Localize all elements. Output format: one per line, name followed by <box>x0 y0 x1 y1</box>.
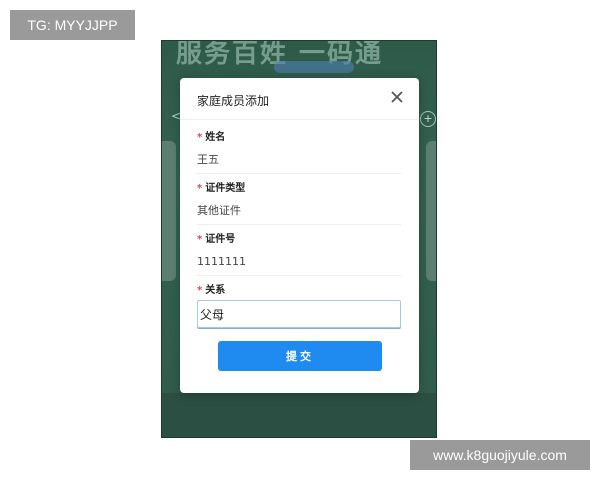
name-value[interactable]: 王五 <box>197 151 401 169</box>
required-marker: * <box>197 132 203 143</box>
field-divider <box>197 173 401 174</box>
id-type-value[interactable]: 其他证件 <box>197 202 401 220</box>
required-marker: * <box>197 183 203 194</box>
header-divider <box>180 119 419 120</box>
relation-field: * 关系 <box>197 281 401 328</box>
submit-button[interactable]: 提交 <box>218 341 382 371</box>
id-number-value[interactable]: 1111111 <box>197 253 401 271</box>
watermark-top-left: TG: MYYJJPP <box>10 10 135 40</box>
banner-swoosh <box>274 61 354 73</box>
add-family-member-dialog: 家庭成员添加 * 姓名 王五 * 证件类型 其他证件 * 证件号 1111111 * 关… <box>180 78 419 393</box>
bottom-area <box>162 393 436 437</box>
add-icon: + <box>420 111 436 127</box>
field-divider <box>197 275 401 276</box>
close-icon[interactable] <box>387 87 407 107</box>
required-marker: * <box>197 234 203 245</box>
field-divider <box>197 224 401 225</box>
background-card <box>162 141 176 281</box>
relation-input[interactable] <box>197 300 401 328</box>
background-card <box>426 141 436 281</box>
required-marker: * <box>197 285 203 296</box>
id-number-field: * 证件号 1111111 <box>197 230 401 276</box>
id-type-label: * 证件类型 <box>197 183 246 194</box>
name-field: * 姓名 王五 <box>197 128 401 174</box>
id-number-label: * 证件号 <box>197 234 236 245</box>
relation-label: * 关系 <box>197 285 226 296</box>
name-label: * 姓名 <box>197 132 226 143</box>
watermark-bottom-right: www.k8guojiyule.com <box>410 440 590 470</box>
dialog-title: 家庭成员添加 <box>197 94 270 108</box>
id-type-field: * 证件类型 其他证件 <box>197 179 401 225</box>
